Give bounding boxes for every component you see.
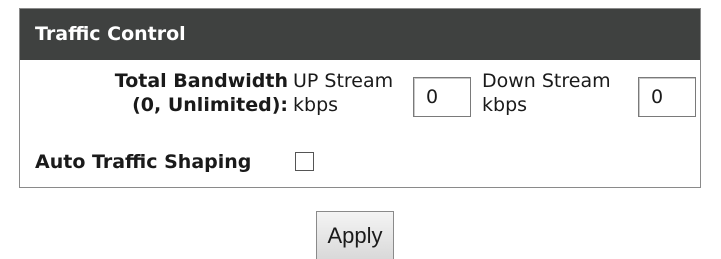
apply-button[interactable]: Apply <box>316 211 394 259</box>
up-stream-label-line2: kbps <box>293 94 339 116</box>
auto-traffic-shaping-checkbox[interactable] <box>295 152 314 171</box>
down-stream-label-line2: kbps <box>482 94 528 116</box>
up-stream-label-line1: UP Stream <box>293 70 394 92</box>
down-stream-label-line1: Down Stream <box>482 70 611 92</box>
traffic-control-panel: Traffic Control Total Bandwidth (0, Unli… <box>19 8 701 188</box>
down-stream-input[interactable] <box>638 77 696 117</box>
total-bandwidth-label: Total Bandwidth (0, Unlimited): <box>20 69 288 117</box>
total-bandwidth-label-line2: (0, Unlimited): <box>132 94 288 116</box>
up-stream-input[interactable] <box>413 77 471 117</box>
down-stream-label: Down Stream kbps <box>482 69 632 117</box>
total-bandwidth-label-line1: Total Bandwidth <box>114 70 288 92</box>
auto-traffic-shaping-label: Auto Traffic Shaping <box>35 151 252 173</box>
panel-title: Traffic Control <box>20 9 700 60</box>
up-stream-label: UP Stream kbps <box>293 69 413 117</box>
